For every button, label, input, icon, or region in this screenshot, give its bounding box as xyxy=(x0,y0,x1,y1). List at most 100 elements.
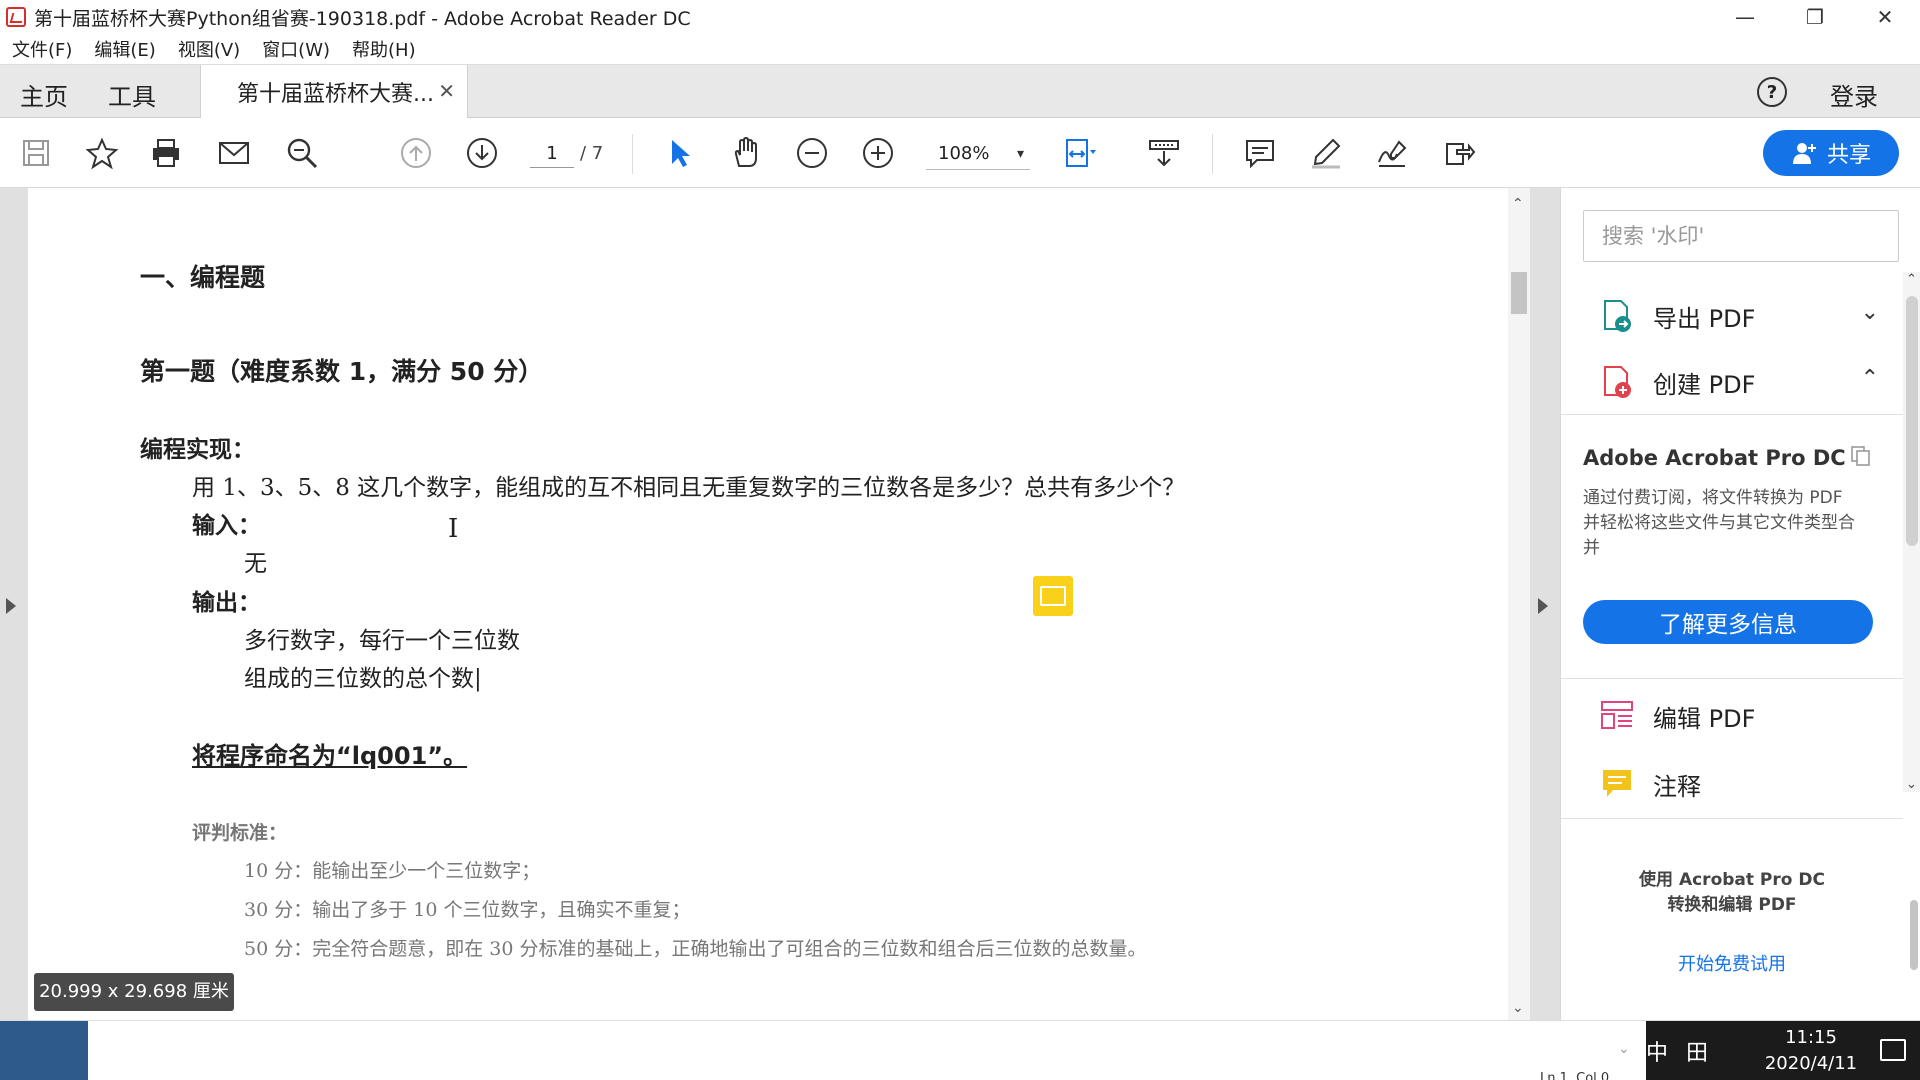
highlight-pen-icon[interactable] xyxy=(1308,135,1344,171)
share-label: 共享 xyxy=(1826,143,1871,168)
page-total: / 7 xyxy=(580,143,604,164)
zoom-select[interactable]: 108% ▾ xyxy=(926,138,1030,170)
comment-tool-icon[interactable] xyxy=(1242,135,1278,171)
menu-window[interactable]: 窗口(W) xyxy=(262,36,330,62)
notification-icon[interactable] xyxy=(1880,1039,1906,1061)
print-icon[interactable] xyxy=(148,135,184,171)
taskbar: ⌄ Ln 1, Col 0 中 田 11:15 2020/4/11 xyxy=(0,1020,1920,1080)
clock[interactable]: 11:15 2020/4/11 xyxy=(1756,1025,1866,1077)
tab-bar: 主页 工具 第十届蓝桥杯大赛... ✕ ? 登录 xyxy=(0,64,1920,119)
right-panel-toggle-icon[interactable] xyxy=(1538,598,1548,614)
outer-scrollbar-thumb[interactable] xyxy=(1910,900,1918,970)
impl-label: 编程实现： xyxy=(140,437,255,463)
scroll-down-icon[interactable]: ⌄ xyxy=(1512,1000,1524,1016)
menu-edit[interactable]: 编辑(E) xyxy=(94,36,155,62)
chevron-up-icon: ⌃ xyxy=(1860,366,1879,391)
menu-file[interactable]: 文件(F) xyxy=(12,36,72,62)
title-bar: 第十届蓝桥杯大赛Python组省赛-190318.pdf - Adobe Acr… xyxy=(0,0,1920,34)
window-controls: — ❐ ✕ xyxy=(1710,0,1920,34)
chevron-down-icon: ⌄ xyxy=(1618,1041,1630,1057)
add-user-icon xyxy=(1792,143,1816,164)
learn-more-button[interactable]: 了解更多信息 xyxy=(1583,600,1873,644)
document-scrollbar[interactable]: ⌃ ⌄ xyxy=(1508,188,1530,1020)
free-trial-link[interactable]: 开始免费试用 xyxy=(1561,950,1903,976)
toolbar: 1 / 7 108% ▾ 共享 xyxy=(0,118,1920,188)
output-line-2: 组成的三位数的总个数| xyxy=(244,666,482,692)
pro-description: 通过付费订阅，将文件转换为 PDF 并轻松将这些文件与其它文件类型合并 xyxy=(1583,488,1855,558)
ime-layout-icon[interactable]: 田 xyxy=(1686,1035,1708,1067)
tab-home[interactable]: 主页 xyxy=(20,77,68,112)
select-arrow-icon[interactable] xyxy=(662,135,698,171)
pdf-page[interactable]: 一、编程题 第一题（难度系数 1，满分 50 分） 编程实现： 用 1、3、5、… xyxy=(28,188,1508,1020)
edit-pdf-item[interactable]: 编辑 PDF xyxy=(1599,694,1879,738)
mail-icon[interactable] xyxy=(216,135,252,171)
taskbar-app-button[interactable] xyxy=(0,1021,88,1080)
prev-page-icon[interactable] xyxy=(398,135,434,171)
share-button[interactable]: 共享 xyxy=(1763,130,1899,176)
sticky-note-icon[interactable] xyxy=(1033,576,1073,616)
panel-divider xyxy=(1561,678,1903,679)
chevron-down-icon: ▾ xyxy=(1016,146,1024,162)
export-pdf-icon xyxy=(1604,300,1631,332)
document-area: 一、编程题 第一题（难度系数 1，满分 50 分） 编程实现： 用 1、3、5、… xyxy=(0,188,1560,1020)
menu-view[interactable]: 视图(V) xyxy=(178,36,240,62)
scroll-up-icon[interactable]: ⌃ xyxy=(1906,272,1917,287)
panel-divider xyxy=(1561,414,1903,415)
section-title: 一、编程题 xyxy=(140,263,266,292)
criteria-item: 30 分：输出了多于 10 个三位数字，且确实不重复； xyxy=(244,899,691,921)
tab-close-icon[interactable]: ✕ xyxy=(438,79,455,103)
save-icon[interactable] xyxy=(18,135,54,171)
tools-pane-scrollbar[interactable]: ⌃ ⌄ xyxy=(1903,272,1920,792)
page-size-tooltip: 20.999 x 29.698 厘米 xyxy=(34,973,234,1011)
tab-document[interactable]: 第十届蓝桥杯大赛... ✕ xyxy=(200,65,468,119)
tab-tools[interactable]: 工具 xyxy=(108,77,156,112)
hand-tool-icon[interactable] xyxy=(728,135,764,171)
next-page-icon[interactable] xyxy=(464,135,500,171)
comment-item[interactable]: 注释 xyxy=(1599,762,1879,806)
search-icon[interactable] xyxy=(284,135,320,171)
create-pdf-label: 创建 PDF xyxy=(1653,370,1756,399)
tab-document-label: 第十届蓝桥杯大赛... xyxy=(237,82,434,107)
page-number-input[interactable]: 1 xyxy=(530,140,574,168)
restore-button[interactable]: ❐ xyxy=(1780,0,1850,34)
editor-status: Ln 1, Col 0 xyxy=(1540,1071,1610,1080)
chevron-down-icon: ⌄ xyxy=(1860,300,1879,325)
scrollbar-thumb[interactable] xyxy=(1906,296,1918,546)
program-name: 将程序命名为“lq001”。 xyxy=(192,742,468,770)
menu-help[interactable]: 帮助(H) xyxy=(352,36,416,62)
menu-bar: 文件(F) 编辑(E) 视图(V) 窗口(W) 帮助(H) xyxy=(0,34,1920,64)
zoom-value: 108% xyxy=(938,143,990,164)
help-icon[interactable]: ? xyxy=(1757,77,1787,107)
criteria-item: 50 分：完全符合题意，即在 30 分标准的基础上，正确地输出了可组合的三位数和… xyxy=(244,938,1147,960)
close-button[interactable]: ✕ xyxy=(1850,0,1920,34)
ime-mode-indicator[interactable]: 中 xyxy=(1646,1035,1668,1067)
minimize-button[interactable]: — xyxy=(1710,0,1780,34)
text-cursor-icon: I xyxy=(448,514,459,544)
export-pdf-item[interactable]: 导出 PDF ⌄ xyxy=(1599,294,1879,338)
left-panel-toggle-icon[interactable] xyxy=(6,598,16,614)
create-pdf-item[interactable]: 创建 PDF ⌃ xyxy=(1599,360,1879,404)
toolbar-divider xyxy=(632,134,633,174)
create-pdf-icon xyxy=(1604,366,1631,398)
sign-icon[interactable] xyxy=(1374,135,1410,171)
criteria-label: 评判标准： xyxy=(192,822,288,844)
copy-files-icon xyxy=(1851,446,1870,466)
scroll-down-icon[interactable]: ⌄ xyxy=(1906,777,1917,792)
zoom-in-icon[interactable] xyxy=(860,135,896,171)
comment-label: 注释 xyxy=(1653,772,1701,801)
acrobat-icon xyxy=(6,7,26,27)
star-icon[interactable] xyxy=(84,135,120,171)
login-link[interactable]: 登录 xyxy=(1830,77,1878,112)
tools-pane: 搜索 '水印' 导出 PDF ⌄ 创建 PDF ⌃ Adobe Acrobat … xyxy=(1560,188,1920,1020)
fit-page-icon[interactable] xyxy=(1062,135,1098,171)
export-pdf-label: 导出 PDF xyxy=(1653,304,1756,333)
scrollbar-thumb[interactable] xyxy=(1511,272,1527,314)
tools-search-input[interactable]: 搜索 '水印' xyxy=(1583,210,1899,262)
scroll-mode-icon[interactable] xyxy=(1146,135,1182,171)
send-tool-icon[interactable] xyxy=(1440,135,1476,171)
window-title: 第十届蓝桥杯大赛Python组省赛-190318.pdf - Adobe Acr… xyxy=(34,7,691,30)
toolbar-divider xyxy=(1212,134,1213,174)
zoom-out-icon[interactable] xyxy=(794,135,830,171)
output-label: 输出： xyxy=(192,590,261,616)
scroll-up-icon[interactable]: ⌃ xyxy=(1512,196,1524,212)
